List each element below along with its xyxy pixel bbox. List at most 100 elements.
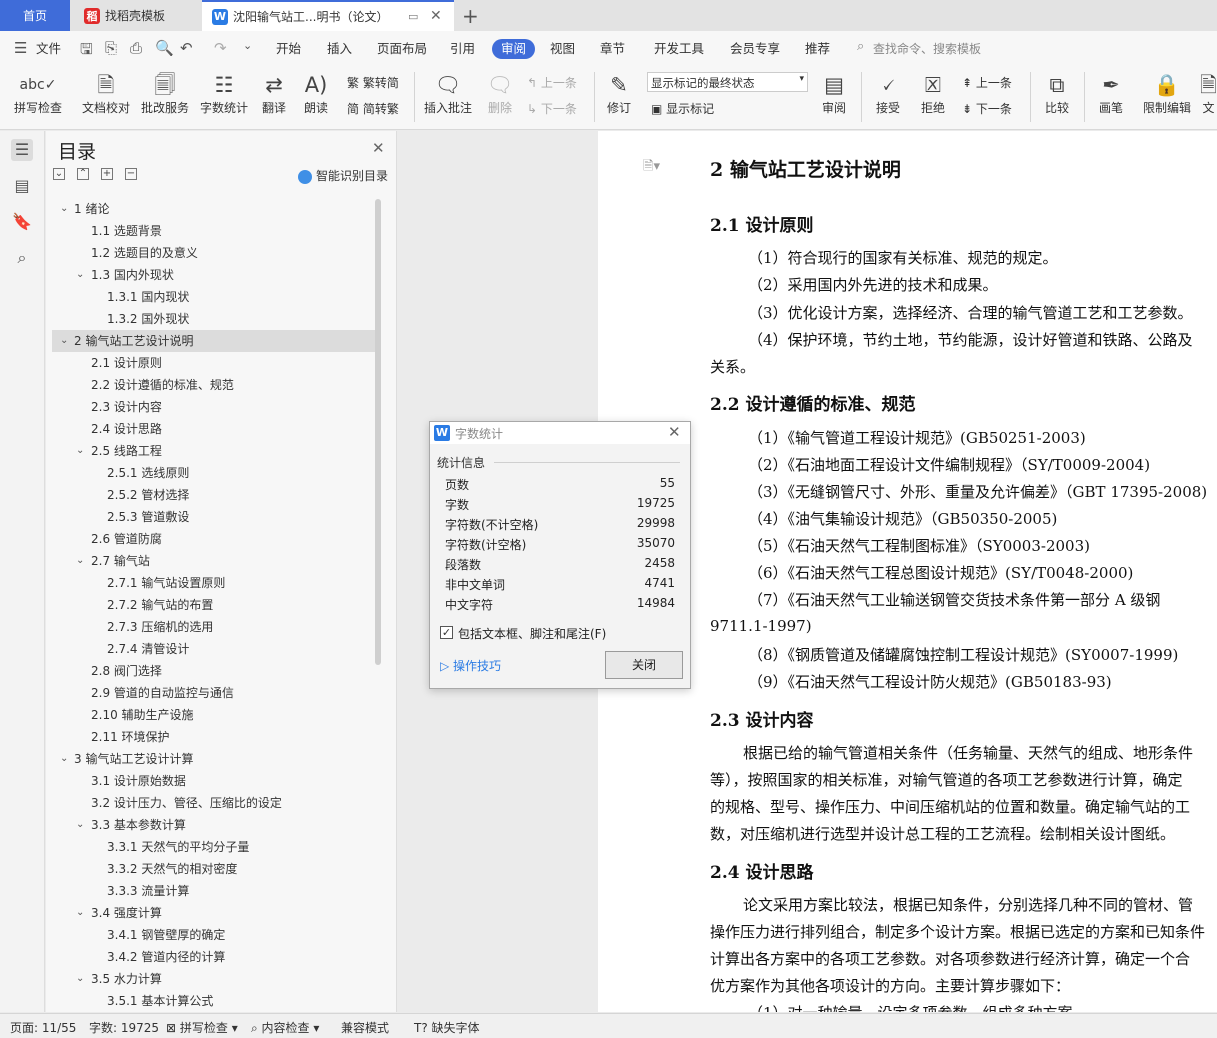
toc-item[interactable]: 2.7.3 压缩机的选用 (52, 616, 380, 638)
toc-item[interactable]: 2.4 设计思路 (52, 418, 380, 440)
toc-item[interactable]: 2.8 阀门选择 (52, 660, 380, 682)
pen-button[interactable]: ✒ 画笔 (1093, 70, 1129, 122)
chevron-down-icon[interactable]: ⌄ (76, 440, 84, 462)
bookmark-icon[interactable]: 🔖 (11, 211, 33, 233)
prev-change-button[interactable]: ⇞ 上一条 (962, 74, 1012, 91)
menu-file[interactable]: 文件 (36, 39, 61, 59)
toc-item[interactable]: 3.3.2 天然气的相对密度 (52, 858, 380, 880)
delete-comment-button[interactable]: 🗨 删除 (482, 70, 518, 122)
to-traditional-button[interactable]: 简 简转繁 (347, 100, 399, 117)
toc-item[interactable]: ⌄ 2 输气站工艺设计说明 (52, 330, 380, 352)
compare-button[interactable]: ⧉ 比较 (1039, 70, 1075, 122)
chevron-down-icon[interactable]: ⌄ (76, 550, 84, 572)
add-item-icon[interactable]: + (101, 168, 113, 180)
chevron-down-icon[interactable]: ⌄ (60, 198, 68, 220)
toc-item[interactable]: 3.3.1 天然气的平均分子量 (52, 836, 380, 858)
track-changes-button[interactable]: ✎ 修订 (601, 70, 637, 122)
menu-references[interactable]: 引用 (450, 39, 475, 59)
chevron-down-icon[interactable]: ⌄ (76, 264, 84, 286)
menu-developer[interactable]: 开发工具 (654, 39, 704, 59)
dialog-titlebar[interactable]: W 字数统计 ✕ (430, 422, 690, 444)
export-pdf-icon[interactable]: ⎘ (105, 39, 117, 57)
toc-item[interactable]: 1.3.2 国外现状 (52, 308, 380, 330)
tips-link[interactable]: ▷ 操作技巧 (440, 657, 501, 674)
insert-comment-button[interactable]: 🗨 插入批注 (423, 70, 473, 122)
menu-member[interactable]: 会员专享 (730, 39, 780, 59)
toc-item[interactable]: ⌄ 1 绪论 (52, 198, 380, 220)
command-search[interactable]: 查找命令、搜索模板 (873, 39, 981, 59)
toc-item[interactable]: 2.2 设计遵循的标准、规范 (52, 374, 380, 396)
close-icon[interactable]: ✕ (372, 139, 385, 157)
find-icon[interactable]: ⌕ (11, 247, 33, 269)
reject-button[interactable]: 🗵 拒绝 (915, 70, 951, 122)
menu-review[interactable]: 审阅 (492, 39, 536, 59)
word-count-indicator[interactable]: 字数: 19725 (89, 1019, 159, 1036)
toc-item[interactable]: 3.4.1 钢管壁厚的确定 (52, 924, 380, 946)
content-check-status[interactable]: ⌕ 内容检查 ▾ (251, 1019, 319, 1036)
toc-item[interactable]: 2.10 辅助生产设施 (52, 704, 380, 726)
restrict-editing-button[interactable]: 🔒 限制编辑 (1140, 70, 1194, 122)
menu-chapter[interactable]: 章节 (600, 39, 625, 59)
toc-item[interactable]: ⌄ 3.4 强度计算 (52, 902, 380, 924)
pin-icon[interactable]: ▭ (408, 10, 418, 23)
include-textbox-checkbox[interactable]: ✓ (440, 626, 453, 639)
toc-icon[interactable]: ☰ (11, 139, 33, 161)
print-icon[interactable]: ⎙ (130, 39, 142, 57)
toc-item[interactable]: ⌄ 2.5 线路工程 (52, 440, 380, 462)
toc-item[interactable]: 2.3 设计内容 (52, 396, 380, 418)
translate-button[interactable]: ⇄ 翻译 (256, 70, 292, 122)
include-textbox-label[interactable]: 包括文本框、脚注和尾注(F) (458, 625, 606, 642)
tab-home[interactable]: 首页 (0, 0, 70, 31)
toc-item[interactable]: ⌄ 3.5 水力计算 (52, 968, 380, 990)
toc-item[interactable]: 2.5.3 管道敷设 (52, 506, 380, 528)
print-preview-icon[interactable]: 🔍 (155, 39, 174, 57)
missing-font-status[interactable]: T? 缺失字体 (414, 1019, 480, 1036)
toc-item[interactable]: 2.9 管道的自动监控与通信 (52, 682, 380, 704)
toc-item[interactable]: 3.5.1 基本计算公式 (52, 990, 380, 1012)
chapter-nav-icon[interactable]: ▤ (11, 175, 33, 197)
to-simplified-button[interactable]: 繁 繁转简 (347, 74, 399, 91)
word-count-button[interactable]: ☷ 字数统计 (199, 70, 249, 122)
spellcheck-status[interactable]: ⊠ 拼写检查 ▾ (166, 1019, 238, 1036)
paragraph-menu-icon[interactable]: 🗎▾ (643, 157, 660, 179)
remove-item-icon[interactable]: − (125, 168, 137, 180)
toc-item[interactable]: ⌄ 3 输气站工艺设计计算 (52, 748, 380, 770)
toc-item[interactable]: 2.5.1 选线原则 (52, 462, 380, 484)
more-chevron-icon[interactable]: ⌄ (243, 39, 252, 52)
tab-document[interactable]: W 沈阳输气站工...明书（论文） ▭ ✕ (202, 0, 454, 31)
toc-item[interactable]: 2.1 设计原则 (52, 352, 380, 374)
show-markup-button[interactable]: ▣ 显示标记 (651, 100, 714, 117)
toc-item[interactable]: 2.7.1 输气站设置原则 (52, 572, 380, 594)
menu-recommend[interactable]: 推荐 (805, 39, 830, 59)
undo-icon[interactable]: ↶ (180, 39, 193, 57)
save-icon[interactable]: 🖫 (80, 39, 93, 64)
toc-item[interactable]: 2.7.2 输气站的布置 (52, 594, 380, 616)
chevron-down-icon[interactable]: ⌄ (60, 330, 68, 352)
accept-button[interactable]: 🗸 接受 (870, 70, 906, 122)
toc-item[interactable]: 2.5.2 管材选择 (52, 484, 380, 506)
next-comment-button[interactable]: ↳ 下一条 (527, 100, 577, 117)
toc-item[interactable]: 1.1 选题背景 (52, 220, 380, 242)
review-pane-button[interactable]: ▤ 审阅 (816, 70, 852, 122)
toc-item[interactable]: ⌄ 1.3 国内外现状 (52, 264, 380, 286)
toc-item[interactable]: ⌄ 2.7 输气站 (52, 550, 380, 572)
hamburger-icon[interactable]: ☰ (14, 39, 27, 57)
chevron-down-icon[interactable]: ⌄ (76, 814, 84, 836)
toc-item[interactable]: 1.2 选题目的及意义 (52, 242, 380, 264)
toc-item[interactable]: 3.2 设计压力、管径、压缩比的设定 (52, 792, 380, 814)
close-tab-icon[interactable]: ✕ (430, 8, 442, 24)
toc-item[interactable]: ⌄ 3.3 基本参数计算 (52, 814, 380, 836)
spellcheck-button[interactable]: abc✓ 拼写检查 (10, 70, 66, 122)
menu-insert[interactable]: 插入 (327, 39, 352, 59)
batch-service-button[interactable]: 🗐 批改服务 (140, 70, 190, 122)
toc-item[interactable]: 3.1 设计原始数据 (52, 770, 380, 792)
menu-home[interactable]: 开始 (276, 39, 301, 59)
read-aloud-button[interactable]: A) 朗读 (301, 70, 331, 122)
toc-item[interactable]: 3.3.3 流量计算 (52, 880, 380, 902)
tab-template[interactable]: 稻 找稻壳模板 (72, 0, 200, 31)
toc-scrollbar[interactable] (375, 199, 381, 665)
toc-item[interactable]: 1.3.1 国内现状 (52, 286, 380, 308)
smart-toc-button[interactable]: 智能识别目录 (298, 167, 388, 184)
toc-item[interactable]: 3.4.2 管道内径的计算 (52, 946, 380, 968)
new-tab-icon[interactable]: + (462, 4, 479, 28)
